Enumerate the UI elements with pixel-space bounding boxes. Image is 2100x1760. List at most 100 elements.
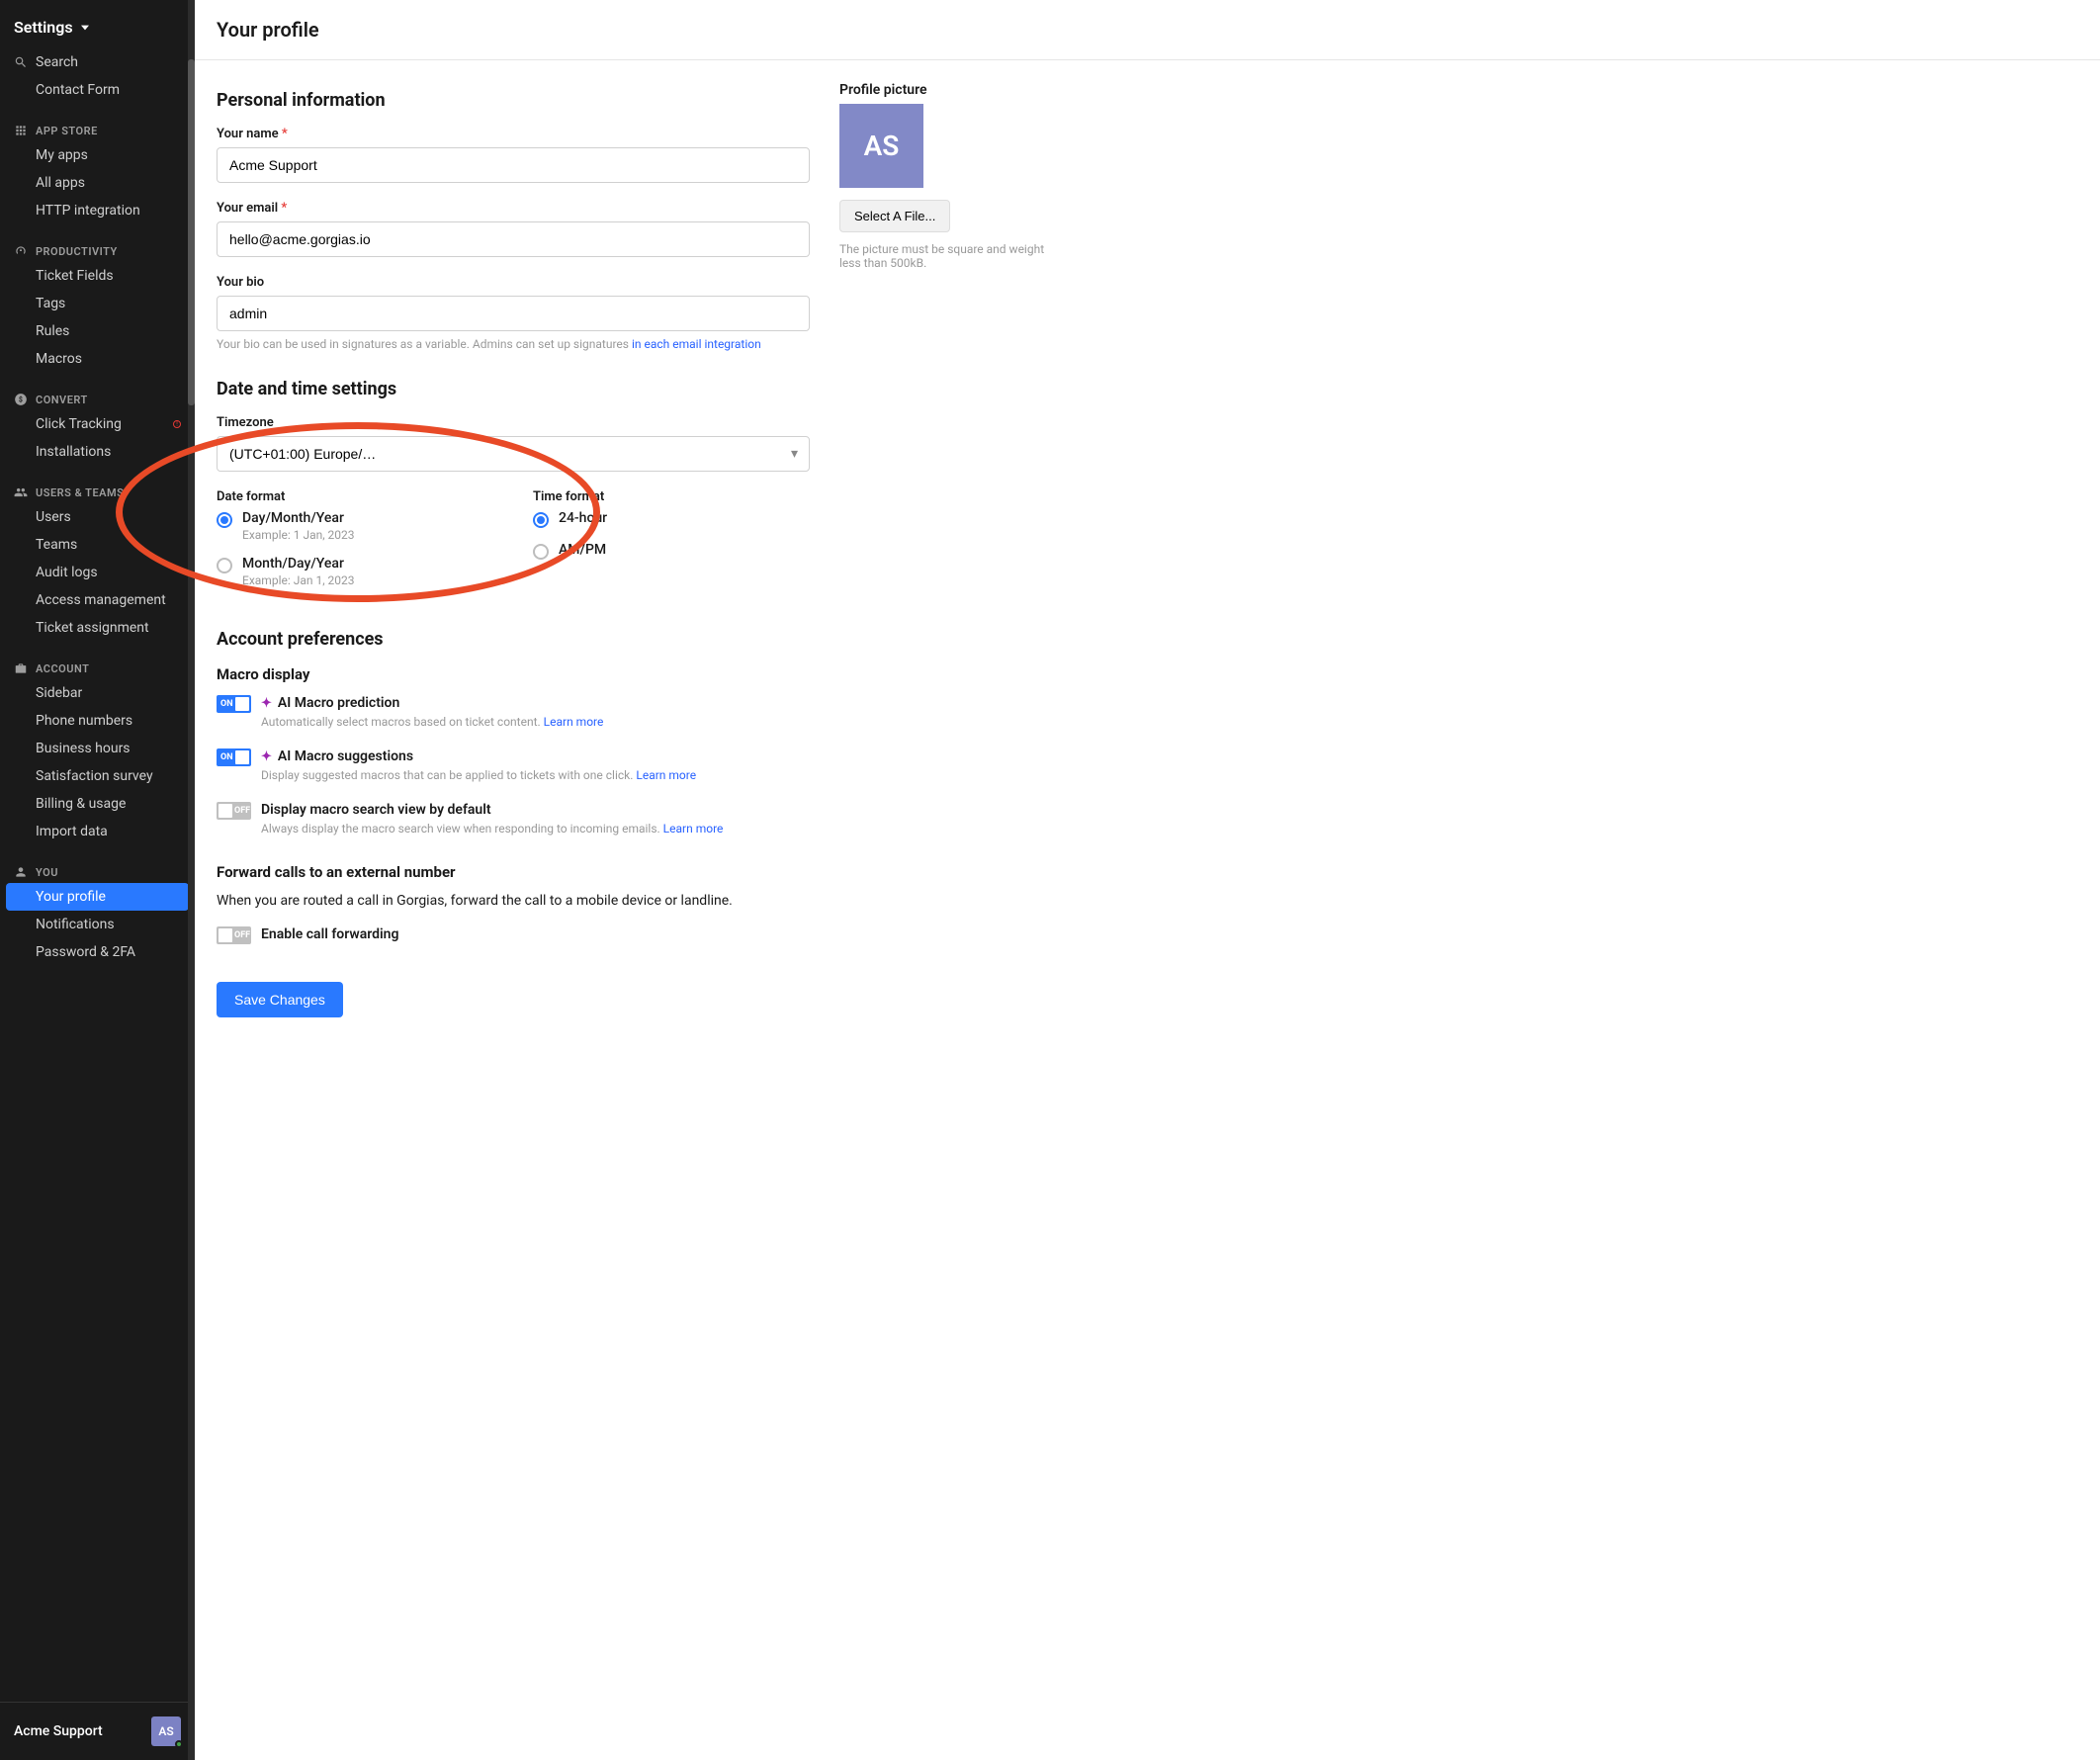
timezone-label: Timezone [217, 415, 810, 430]
toggle-ai-macro-suggestions[interactable]: ON [217, 748, 251, 766]
toggle-title: ✦ AI Macro prediction [261, 695, 810, 711]
radio-label: Month/Day/Year [242, 556, 355, 572]
sidebar-footer[interactable]: Acme Support AS [0, 1702, 195, 1760]
sidebar-item-contact-form[interactable]: Contact Form [0, 76, 195, 104]
bio-hint: Your bio can be used in signatures as a … [217, 337, 810, 351]
sidebar-item-my-apps[interactable]: My apps [0, 141, 195, 169]
sidebar-item-ticket-fields[interactable]: Ticket Fields [0, 262, 195, 290]
sidebar-section-label-text: USERS & TEAMS [36, 486, 124, 499]
sidebar-item-rules[interactable]: Rules [0, 317, 195, 345]
sidebar-title[interactable]: Settings [0, 0, 195, 48]
radio-label: Day/Month/Year [242, 510, 355, 526]
dollar-icon: $ [14, 393, 28, 406]
sidebar-item-label: Teams [36, 537, 77, 553]
people-icon [14, 485, 28, 499]
sidebar-item-label: Business hours [36, 741, 131, 756]
sidebar-item-http-integration[interactable]: HTTP integration [0, 197, 195, 224]
sidebar: Settings Search Contact Form APP STORE M… [0, 0, 195, 1760]
toggle-title: Display macro search view by default [261, 802, 810, 818]
time-format-label: Time format [533, 489, 810, 504]
learn-more-link[interactable]: Learn more [636, 768, 696, 782]
name-input[interactable] [217, 147, 810, 183]
forward-calls-desc: When you are routed a call in Gorgias, f… [217, 893, 810, 909]
required-marker: * [281, 201, 287, 216]
radio-example: Example: 1 Jan, 2023 [242, 528, 355, 542]
sidebar-item-label: Notifications [36, 917, 115, 932]
search-icon [14, 55, 28, 69]
sidebar-item-phone-numbers[interactable]: Phone numbers [0, 707, 195, 735]
sidebar-section-you: YOU [0, 861, 195, 883]
sidebar-item-users[interactable]: Users [0, 503, 195, 531]
svg-text:$: $ [19, 396, 23, 403]
sidebar-item-search[interactable]: Search [0, 48, 195, 76]
sidebar-item-tags[interactable]: Tags [0, 290, 195, 317]
sidebar-item-import-data[interactable]: Import data [0, 818, 195, 845]
sidebar-item-ticket-assignment[interactable]: Ticket assignment [0, 614, 195, 642]
sidebar-item-macros[interactable]: Macros [0, 345, 195, 373]
avatar-initials: AS [158, 1724, 173, 1738]
sidebar-section-label-text: ACCOUNT [36, 662, 89, 675]
sidebar-item-click-tracking[interactable]: Click Tracking ! [0, 410, 195, 438]
sidebar-item-audit-logs[interactable]: Audit logs [0, 559, 195, 586]
sidebar-section-app-store: APP STORE [0, 120, 195, 141]
sidebar-item-label: Your profile [36, 889, 106, 905]
radio-label: AM/PM [559, 542, 606, 558]
email-input[interactable] [217, 221, 810, 257]
sidebar-item-installations[interactable]: Installations [0, 438, 195, 466]
sidebar-item-billing-usage[interactable]: Billing & usage [0, 790, 195, 818]
select-file-button[interactable]: Select A File... [839, 200, 950, 232]
sidebar-item-all-apps[interactable]: All apps [0, 169, 195, 197]
toggle-title: ✦ AI Macro suggestions [261, 748, 810, 764]
main-content: Your profile Personal information Your n… [195, 0, 2100, 1760]
time-format-24h[interactable]: 24-hour [533, 510, 810, 528]
scrollbar-thumb[interactable] [188, 59, 195, 405]
radio-icon [533, 512, 549, 528]
email-label: Your email * [217, 201, 810, 216]
sidebar-item-label: Billing & usage [36, 796, 126, 812]
speedometer-icon [14, 244, 28, 258]
account-prefs-heading: Account preferences [217, 629, 810, 650]
profile-picture-hint: The picture must be square and weight le… [839, 242, 1057, 270]
sidebar-item-notifications[interactable]: Notifications [0, 911, 195, 938]
timezone-select[interactable] [217, 436, 810, 472]
toggle-call-forwarding[interactable]: OFF [217, 926, 251, 944]
sidebar-section-convert: $ CONVERT [0, 389, 195, 410]
avatar: AS [151, 1716, 181, 1746]
learn-more-link[interactable]: Learn more [544, 715, 604, 729]
date-format-mdy[interactable]: Month/Day/Year Example: Jan 1, 2023 [217, 556, 493, 587]
sidebar-section-productivity: PRODUCTIVITY [0, 240, 195, 262]
bio-hint-link[interactable]: in each email integration [632, 337, 761, 351]
toggle-ai-macro-prediction[interactable]: ON [217, 695, 251, 713]
save-changes-button[interactable]: Save Changes [217, 982, 343, 1017]
sidebar-item-label: Click Tracking [36, 416, 122, 432]
toggle-desc: Always display the macro search view whe… [261, 822, 810, 836]
sidebar-item-access-management[interactable]: Access management [0, 586, 195, 614]
toggle-desc: Display suggested macros that can be app… [261, 768, 810, 782]
sparkle-icon: ✦ [261, 696, 272, 711]
sidebar-item-password-2fa[interactable]: Password & 2FA [0, 938, 195, 966]
sidebar-item-business-hours[interactable]: Business hours [0, 735, 195, 762]
time-format-ampm[interactable]: AM/PM [533, 542, 810, 560]
date-format-dmy[interactable]: Day/Month/Year Example: 1 Jan, 2023 [217, 510, 493, 542]
bio-label: Your bio [217, 275, 810, 290]
sidebar-item-label: Search [36, 54, 78, 70]
apps-icon [14, 124, 28, 137]
toggle-macro-search-default[interactable]: OFF [217, 802, 251, 820]
sidebar-item-label: Access management [36, 592, 166, 608]
bio-input[interactable] [217, 296, 810, 331]
briefcase-icon [14, 661, 28, 675]
sidebar-section-label-text: PRODUCTIVITY [36, 245, 118, 258]
radio-icon [217, 558, 232, 573]
sidebar-item-label: Macros [36, 351, 82, 367]
sidebar-title-text: Settings [14, 18, 73, 37]
sidebar-item-satisfaction-survey[interactable]: Satisfaction survey [0, 762, 195, 790]
sidebar-item-teams[interactable]: Teams [0, 531, 195, 559]
required-marker: * [282, 127, 288, 141]
sidebar-item-label: Installations [36, 444, 111, 460]
caret-down-icon [81, 24, 89, 32]
profile-picture-avatar: AS [839, 104, 923, 188]
sidebar-item-sidebar[interactable]: Sidebar [0, 679, 195, 707]
learn-more-link[interactable]: Learn more [663, 822, 724, 836]
sidebar-item-your-profile[interactable]: Your profile [6, 883, 189, 911]
sidebar-item-label: Rules [36, 323, 69, 339]
